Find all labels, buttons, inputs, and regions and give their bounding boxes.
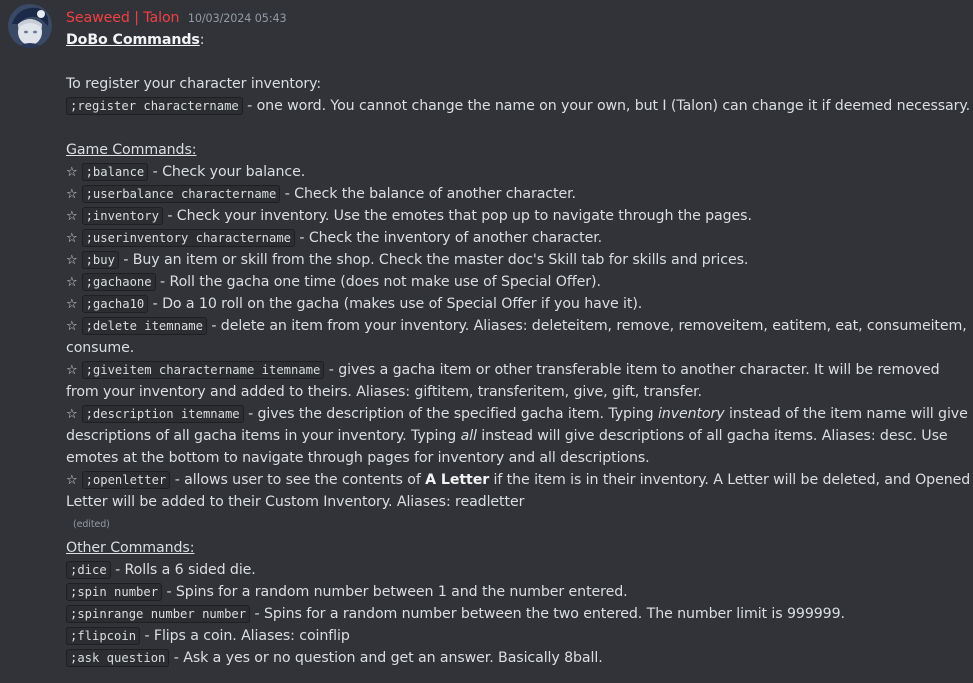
bold-a-letter: A Letter xyxy=(425,472,490,488)
message-timestamp[interactable]: 10/03/2024 05:43 xyxy=(188,12,287,25)
command-item: ☆ ;delete itemname - delete an item from … xyxy=(66,315,967,337)
register-command: ;register charactername xyxy=(66,97,243,115)
command-description: instead will give descriptions of all ga… xyxy=(476,428,948,444)
command-description-continued: consume. xyxy=(66,340,135,356)
register-line: ;register charactername - one word. You … xyxy=(66,95,970,117)
command-code: ;spin number xyxy=(66,583,163,601)
game-commands-heading-text: Game Commands: xyxy=(66,142,197,158)
star-icon: ☆ xyxy=(66,253,78,268)
message-title-line: DoBo Commands: xyxy=(66,29,966,51)
command-code: ;userbalance charactername xyxy=(81,185,281,203)
command-code: ;spinrange number number xyxy=(66,605,251,623)
italic-all: all xyxy=(460,428,477,444)
other-commands-heading-text: Other Commands: xyxy=(66,540,195,556)
command-description: - Rolls a 6 sided die. xyxy=(110,562,256,578)
command-description: - Check your balance. xyxy=(148,164,306,180)
star-icon: ☆ xyxy=(66,209,78,224)
command-description: - delete an item from your inventory. Al… xyxy=(206,318,967,334)
register-description: - one word. You cannot change the name o… xyxy=(242,98,971,114)
message-title: DoBo Commands xyxy=(66,32,200,48)
command-code: ;description itemname xyxy=(81,405,244,423)
star-icon: ☆ xyxy=(66,363,78,378)
command-description-continued: descriptions of all gacha items in your … xyxy=(66,425,966,447)
command-description: if the item is in their inventory. A Let… xyxy=(489,472,971,488)
command-item: ☆ ;buy - Buy an item or skill from the sh… xyxy=(66,249,966,271)
message-title-suffix: : xyxy=(199,32,205,48)
command-code: ;delete itemname xyxy=(81,317,207,335)
star-icon: ☆ xyxy=(66,165,78,180)
other-commands-heading: Other Commands: xyxy=(66,537,966,559)
other-commands-list: ;dice - Rolls a 6 sided die. ;spin numbe… xyxy=(66,559,966,669)
command-description: - allows user to see the contents of xyxy=(170,472,426,488)
command-description-continued: emotes at the bottom to navigate through… xyxy=(66,450,650,466)
command-item: ☆ ;userinventory charactername - Check th… xyxy=(66,227,966,249)
star-icon: ☆ xyxy=(66,407,78,422)
command-description: - Spins for a random number between the … xyxy=(250,606,846,622)
command-item: ;ask question - Ask a yes or no question… xyxy=(66,647,966,669)
command-item: ;dice - Rolls a 6 sided die. xyxy=(66,559,966,581)
command-item: ☆ ;userbalance charactername - Check the … xyxy=(66,183,966,205)
command-description: - Flips a coin. Aliases: coinflip xyxy=(140,628,350,644)
game-commands-list: ☆ ;balance - Check your balance. ☆ ;userba… xyxy=(66,161,970,513)
command-code: ;ask question xyxy=(66,649,170,667)
star-icon: ☆ xyxy=(66,319,78,334)
star-icon: ☆ xyxy=(66,297,78,312)
command-code: ;dice xyxy=(66,561,111,579)
star-icon: ☆ xyxy=(66,275,78,290)
message-content: Seaweed | Talon 10/03/2024 05:43 DoBo Co… xyxy=(66,7,970,669)
command-item: ;spinrange number number - Spins for a r… xyxy=(66,603,966,625)
command-item: ;spin number - Spins for a random number… xyxy=(66,581,966,603)
command-code: ;gacha10 xyxy=(81,295,149,313)
game-commands-heading: Game Commands: xyxy=(66,139,966,161)
command-description: - Buy an item or skill from the shop. Ch… xyxy=(118,252,749,268)
command-item: ☆ ;gacha10 - Do a 10 roll on the gacha (m… xyxy=(66,293,966,315)
command-description-continued: from your inventory and added to theirs.… xyxy=(66,384,702,400)
command-code: ;balance xyxy=(81,163,149,181)
star-icon: ☆ xyxy=(66,231,78,246)
command-code: ;flipcoin xyxy=(66,627,141,645)
command-item: ;flipcoin - Flips a coin. Aliases: coinf… xyxy=(66,625,966,647)
command-code: ;userinventory charactername xyxy=(81,229,296,247)
command-item: ☆ ;description itemname - gives the descr… xyxy=(66,403,968,425)
command-item: ☆ ;openletter - allows user to see the co… xyxy=(66,469,970,491)
command-description: - Check your inventory. Use the emotes t… xyxy=(162,208,752,224)
star-icon: ☆ xyxy=(66,473,78,488)
star-icon: ☆ xyxy=(66,187,78,202)
command-description: - Check the inventory of another charact… xyxy=(295,230,603,246)
command-item: ☆ ;balance - Check your balance. xyxy=(66,161,966,183)
command-item: ☆ ;inventory - Check your inventory. Use … xyxy=(66,205,966,227)
command-item: ☆ ;gachaone - Roll the gacha one time (do… xyxy=(66,271,966,293)
command-item: ☆ ;giveitem charactername itemname - give… xyxy=(66,359,966,381)
command-description-continued: Letter will be added to their Custom Inv… xyxy=(66,494,525,510)
command-description: - Check the balance of another character… xyxy=(280,186,576,202)
message-header: Seaweed | Talon 10/03/2024 05:43 xyxy=(66,7,966,29)
command-description: - gives a gacha item or other transferab… xyxy=(324,362,940,378)
command-description: - Spins for a random number between 1 an… xyxy=(162,584,628,600)
command-code: ;openletter xyxy=(81,471,171,489)
command-description: descriptions of all gacha items in your … xyxy=(66,428,461,444)
command-code: ;buy xyxy=(81,251,119,269)
author-name[interactable]: Seaweed | Talon xyxy=(66,10,180,26)
edited-label[interactable]: (edited) xyxy=(73,513,966,537)
command-description: - Roll the gacha one time (does not make… xyxy=(155,274,601,290)
command-code: ;inventory xyxy=(81,207,163,225)
command-description: - gives the description of the specified… xyxy=(243,406,658,422)
avatar[interactable] xyxy=(8,4,52,48)
command-code: ;giveitem charactername itemname xyxy=(81,361,325,379)
command-description: - Do a 10 roll on the gacha (makes use o… xyxy=(148,296,643,312)
italic-inventory: inventory xyxy=(657,406,725,422)
command-description: instead of the item name will give xyxy=(724,406,968,422)
command-description: - Ask a yes or no question and get an an… xyxy=(169,650,603,666)
command-code: ;gachaone xyxy=(81,273,156,291)
register-intro: To register your character inventory: xyxy=(66,76,322,92)
